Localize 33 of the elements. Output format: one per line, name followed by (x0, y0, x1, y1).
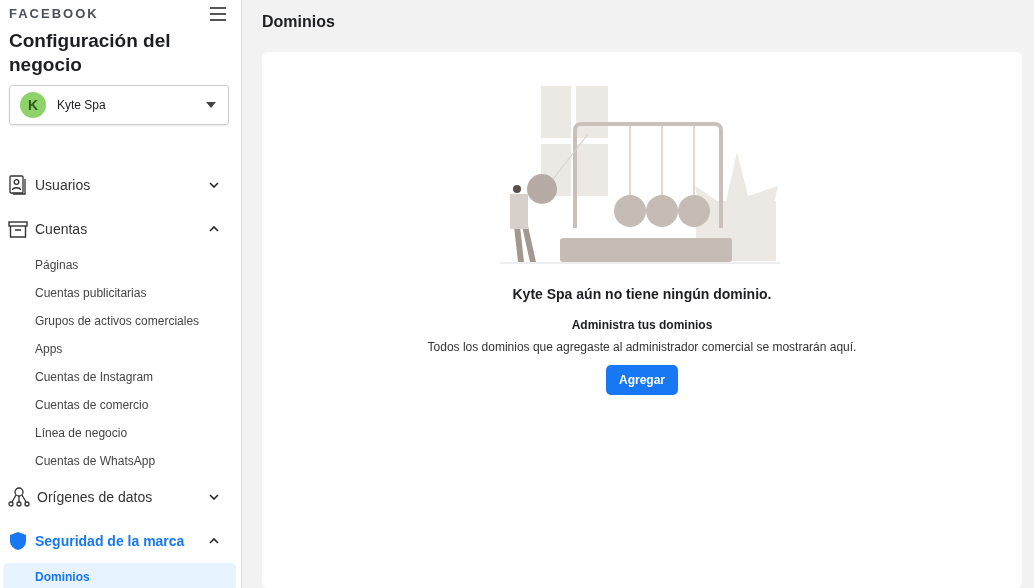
nav-item[interactable]: Cuentas de Instagram (3, 363, 236, 391)
chevron-up-icon (209, 226, 219, 232)
empty-state-description: Todos los dominios que agregaste al administrador comercial se mostrarán aquí. (427, 340, 857, 354)
nav-section[interactable]: Seguridad de la marca (0, 519, 241, 563)
nav-item[interactable]: Apps (3, 335, 236, 363)
nav-item[interactable]: Páginas (3, 251, 236, 279)
chevron-up-icon (209, 538, 219, 544)
menu-icon[interactable] (210, 6, 226, 21)
account-name: Kyte Spa (57, 98, 107, 112)
shield-icon (8, 531, 28, 551)
account-avatar: K (20, 92, 46, 118)
account-dropdown[interactable]: K Kyte Spa (9, 85, 229, 125)
nav-item[interactable]: Cuentas de WhatsApp (3, 447, 236, 475)
nav-item[interactable]: Dominios (3, 563, 236, 588)
sidebar-title: Configuración del negocio (9, 29, 172, 77)
page-title: Dominios (262, 13, 336, 32)
user-card-icon (8, 175, 28, 195)
nav-section[interactable]: Orígenes de datos (0, 475, 241, 519)
brand-logo: FACEBOOK (9, 6, 99, 21)
nav-section[interactable]: Cuentas (0, 207, 241, 251)
nav-item[interactable]: Línea de negocio (3, 419, 236, 447)
caret-icon (206, 102, 216, 108)
network-icon (8, 487, 30, 507)
chevron-down-icon (209, 182, 219, 188)
empty-state-subheading: Administra tus dominios (571, 318, 713, 332)
nav-item[interactable]: Grupos de activos comerciales (3, 307, 236, 335)
nav-item[interactable]: Cuentas de comercio (3, 391, 236, 419)
chevron-down-icon (209, 494, 219, 500)
add-button[interactable]: Agregar (606, 365, 678, 395)
nav-section[interactable]: Usuarios (0, 163, 241, 207)
box-icon (8, 219, 28, 239)
empty-state-heading: Kyte Spa aún no tiene ningún dominio. (512, 286, 772, 302)
nav-item[interactable]: Cuentas publicitarias (3, 279, 236, 307)
